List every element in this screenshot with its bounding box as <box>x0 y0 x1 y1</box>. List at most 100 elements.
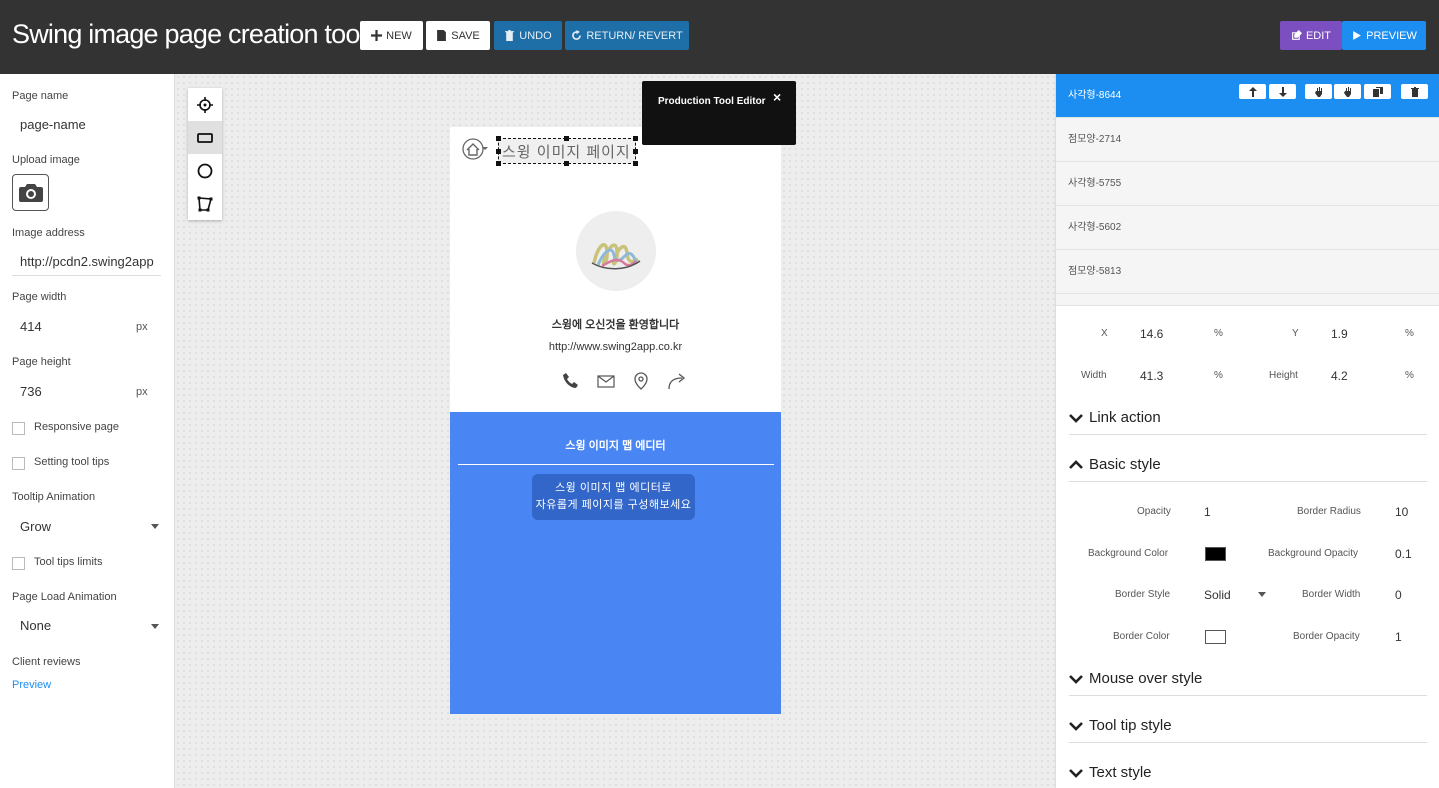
layer-item[interactable]: 점모양-2714 <box>1056 118 1439 162</box>
page-load-animation-label: Page Load Animation <box>12 591 117 603</box>
border-style-select[interactable]: Solid <box>1204 588 1231 602</box>
resize-handle[interactable] <box>633 161 638 166</box>
page-name-label: Page name <box>12 90 69 102</box>
client-reviews-preview-link[interactable]: Preview <box>12 679 51 691</box>
background-opacity-input[interactable]: 0.1 <box>1395 547 1412 561</box>
resize-handle[interactable] <box>564 136 569 141</box>
background-color-swatch[interactable] <box>1205 547 1226 561</box>
duplicate-button[interactable] <box>1364 84 1391 99</box>
layer-label: 사각형-8644 <box>1068 90 1122 101</box>
y-input[interactable]: 1.9 <box>1331 327 1348 341</box>
logo-avatar <box>576 211 656 291</box>
chevron-down-icon[interactable] <box>151 524 159 529</box>
border-width-input[interactable]: 0 <box>1395 588 1402 602</box>
text-style-section[interactable]: Text style <box>1069 764 1427 788</box>
page-preview[interactable]: 스윙 이미지 페이지 스윙에 오신것을 환영합니다 http://www.swi… <box>450 127 781 714</box>
send-back-button[interactable] <box>1334 84 1361 99</box>
revert-button[interactable]: RETURN/ REVERT <box>565 21 689 50</box>
link-action-title: Link action <box>1089 409 1161 426</box>
resize-handle[interactable] <box>496 161 501 166</box>
website-url: http://www.swing2app.co.kr <box>548 341 683 353</box>
tool-tip-style-section[interactable]: Tool tip style <box>1069 717 1427 743</box>
move-up-button[interactable] <box>1239 84 1266 99</box>
resize-handle[interactable] <box>564 161 569 166</box>
revert-button-label: RETURN/ REVERT <box>586 29 683 42</box>
close-icon[interactable]: × <box>773 89 781 105</box>
production-tool-popup: Production Tool Editor × <box>642 81 796 145</box>
basic-style-section[interactable]: Basic style <box>1069 456 1427 482</box>
chevron-down-icon <box>1069 722 1083 731</box>
mouse-over-style-title: Mouse over style <box>1089 670 1203 687</box>
crosshair-icon <box>197 96 213 113</box>
page-name-input[interactable]: page-name <box>20 117 160 132</box>
width-label: Width <box>1081 370 1107 381</box>
opacity-label: Opacity <box>1137 506 1171 517</box>
chevron-down-icon[interactable] <box>151 624 159 629</box>
page-height-label: Page height <box>12 356 71 368</box>
responsive-checkbox[interactable] <box>12 422 25 435</box>
tooltips-limits-checkbox[interactable] <box>12 557 25 570</box>
resize-handle[interactable] <box>633 136 638 141</box>
layer-item[interactable]: 사각형-5602 <box>1056 206 1439 250</box>
width-input[interactable]: 41.3 <box>1140 369 1163 383</box>
page-top-section: 스윙 이미지 페이지 스윙에 오신것을 환영합니다 http://www.swi… <box>450 127 781 412</box>
drawing-toolbar <box>188 88 222 220</box>
undo-button[interactable]: UNDO <box>494 21 562 50</box>
page-load-animation-select[interactable]: None <box>20 618 51 633</box>
move-down-button[interactable] <box>1269 84 1296 99</box>
image-address-input[interactable]: http://pcdn2.swing2app <box>20 254 154 269</box>
height-input[interactable]: 4.2 <box>1331 369 1348 383</box>
resize-handle[interactable] <box>633 149 638 154</box>
upload-image-button[interactable] <box>12 174 49 211</box>
link-action-section[interactable]: Link action <box>1069 409 1427 435</box>
resize-handle[interactable] <box>496 149 501 154</box>
editor-title-text: 스윙 이미지 맵 에디터 <box>565 440 666 452</box>
page-width-input[interactable]: 414 <box>20 319 42 334</box>
edit-icon <box>1292 30 1302 40</box>
chevron-down-icon[interactable] <box>1258 592 1266 597</box>
tooltips-checkbox[interactable] <box>12 457 25 470</box>
save-button[interactable]: SAVE <box>426 21 490 50</box>
y-label: Y <box>1292 328 1299 339</box>
resize-handle[interactable] <box>496 136 501 141</box>
layer-item[interactable]: 사각형-5755 <box>1056 162 1439 206</box>
tooltip-animation-select[interactable]: Grow <box>20 519 51 534</box>
tool-rectangle[interactable] <box>188 121 222 154</box>
x-input[interactable]: 14.6 <box>1140 327 1163 341</box>
new-button[interactable]: NEW <box>360 21 423 50</box>
description-line-1: 스윙 이미지 맵 에디터로 <box>555 482 672 494</box>
tool-circle[interactable] <box>188 154 222 187</box>
delete-layer-button[interactable] <box>1401 84 1428 99</box>
plus-icon <box>371 30 383 41</box>
layer-list-end <box>1056 294 1439 306</box>
left-settings-panel: Page name page-name Upload image Image a… <box>0 74 175 788</box>
border-opacity-input[interactable]: 1 <box>1395 630 1402 644</box>
trash-icon <box>505 30 515 41</box>
x-label: X <box>1101 328 1108 339</box>
popup-title: Production Tool Editor <box>658 96 766 107</box>
arrow-up-icon <box>1248 86 1257 97</box>
editor-description-box[interactable]: 스윙 이미지 맵 에디터로 자유롭게 페이지를 구성해보세요 <box>532 474 695 520</box>
home-icon <box>462 138 488 160</box>
hand-icon <box>1343 86 1351 97</box>
tool-select[interactable] <box>188 88 222 121</box>
border-opacity-label: Border Opacity <box>1293 631 1360 642</box>
preview-button[interactable]: PREVIEW <box>1342 21 1426 50</box>
tooltips-limits-label: Tool tips limits <box>34 556 103 568</box>
editor-canvas[interactable]: 스윙 이미지 페이지 스윙에 오신것을 환영합니다 http://www.swi… <box>175 74 1055 788</box>
page-width-label: Page width <box>12 291 67 303</box>
phone-icon <box>563 373 578 388</box>
opacity-input[interactable]: 1 <box>1204 505 1211 519</box>
mouse-over-style-section[interactable]: Mouse over style <box>1069 670 1427 696</box>
page-height-input[interactable]: 736 <box>20 384 42 399</box>
layer-item[interactable]: 점모양-5813 <box>1056 250 1439 294</box>
chevron-down-icon <box>1069 414 1083 423</box>
border-radius-input[interactable]: 10 <box>1395 505 1408 519</box>
edit-button[interactable]: EDIT <box>1280 21 1342 50</box>
border-color-swatch[interactable] <box>1205 630 1226 644</box>
bring-front-button[interactable] <box>1305 84 1332 99</box>
upload-image-label: Upload image <box>12 154 80 166</box>
tool-polygon[interactable] <box>188 187 222 220</box>
page-height-unit: px <box>136 386 148 398</box>
layer-item-active[interactable]: 사각형-8644 <box>1056 74 1439 118</box>
